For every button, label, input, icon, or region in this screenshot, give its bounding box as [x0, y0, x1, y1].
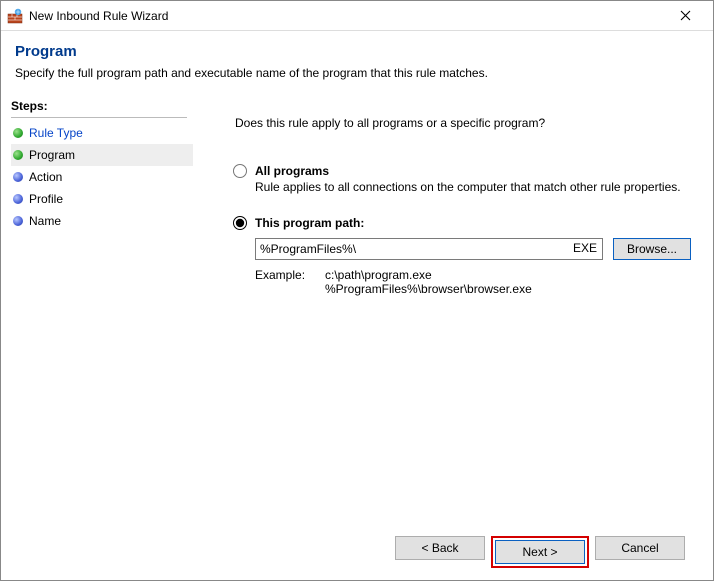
bullet-icon [13, 172, 23, 182]
footer-buttons: < Back Next > Cancel [211, 528, 691, 570]
bullet-icon [13, 150, 23, 160]
example-row: Example: c:\path\program.exe %ProgramFil… [255, 268, 691, 296]
cancel-button[interactable]: Cancel [595, 536, 685, 560]
titlebar: New Inbound Rule Wizard [1, 1, 713, 31]
page-subtitle: Specify the full program path and execut… [15, 66, 699, 80]
firewall-icon [7, 8, 23, 24]
radio-this-program-path[interactable]: This program path: [233, 216, 691, 230]
radio-this-program-path-input[interactable] [233, 216, 247, 230]
page-title: Program [15, 43, 699, 60]
step-rule-type[interactable]: Rule Type [11, 122, 193, 144]
step-profile[interactable]: Profile [11, 188, 193, 210]
bullet-icon [13, 128, 23, 138]
radio-all-programs-label: All programs [255, 164, 329, 178]
question-text: Does this rule apply to all programs or … [235, 116, 691, 130]
next-button-highlight: Next > [491, 536, 589, 568]
back-button[interactable]: < Back [395, 536, 485, 560]
step-label: Action [29, 170, 62, 184]
close-button[interactable] [665, 2, 705, 30]
window-title: New Inbound Rule Wizard [29, 9, 665, 23]
bullet-icon [13, 194, 23, 204]
step-action[interactable]: Action [11, 166, 193, 188]
wizard-window: New Inbound Rule Wizard Program Specify … [0, 0, 714, 581]
example-label: Example: [255, 268, 325, 296]
step-name[interactable]: Name [11, 210, 193, 232]
radio-all-programs-input[interactable] [233, 164, 247, 178]
steps-sidebar: Steps: Rule Type Program Action Profile [1, 90, 193, 580]
body: Steps: Rule Type Program Action Profile [1, 90, 713, 580]
close-icon [680, 10, 691, 21]
step-label: Name [29, 214, 61, 228]
program-path-input[interactable] [255, 238, 603, 260]
program-path-row: EXE Browse... [255, 238, 691, 260]
radio-all-programs-desc: Rule applies to all connections on the c… [255, 180, 691, 194]
step-program[interactable]: Program [11, 144, 193, 166]
step-label: Profile [29, 192, 63, 206]
bullet-icon [13, 216, 23, 226]
example-paths: c:\path\program.exe %ProgramFiles%\brows… [325, 268, 532, 296]
main-panel: Does this rule apply to all programs or … [193, 90, 713, 580]
step-label: Program [29, 148, 75, 162]
header: Program Specify the full program path an… [1, 31, 713, 90]
step-label: Rule Type [29, 126, 83, 140]
steps-list: Rule Type Program Action Profile Name [11, 122, 193, 232]
browse-button[interactable]: Browse... [613, 238, 691, 260]
steps-heading: Steps: [11, 96, 187, 118]
radio-all-programs[interactable]: All programs [233, 164, 691, 178]
program-path-input-wrap: EXE [255, 238, 603, 260]
next-button[interactable]: Next > [495, 540, 585, 564]
radio-this-program-path-label: This program path: [255, 216, 364, 230]
